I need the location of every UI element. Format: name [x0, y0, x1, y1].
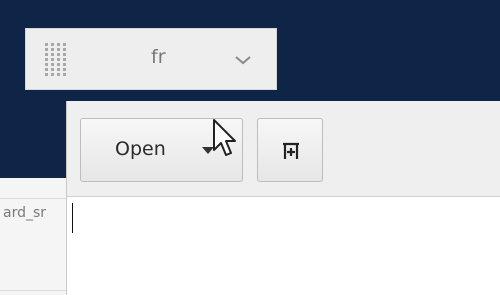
file-dialog: Open — [66, 101, 500, 295]
keyboard-language-label: fr — [151, 46, 166, 68]
open-button-label: Open — [115, 138, 166, 160]
keyboard-layout-selector[interactable]: fr — [25, 28, 277, 90]
editor-filename-fragment: ard_sr — [3, 205, 47, 221]
left-editor-panel: ard_sr — [0, 178, 68, 295]
text-cursor — [72, 203, 73, 233]
mouse-pointer-icon — [213, 119, 236, 156]
dialog-toolbar: Open — [67, 101, 500, 197]
panel-divider — [0, 198, 67, 199]
add-bookmark-button[interactable] — [257, 118, 323, 182]
panel-divider — [0, 290, 67, 291]
add-bookmark-icon — [283, 142, 299, 159]
grip-icon — [45, 43, 67, 77]
chevron-down-icon[interactable] — [234, 53, 252, 67]
